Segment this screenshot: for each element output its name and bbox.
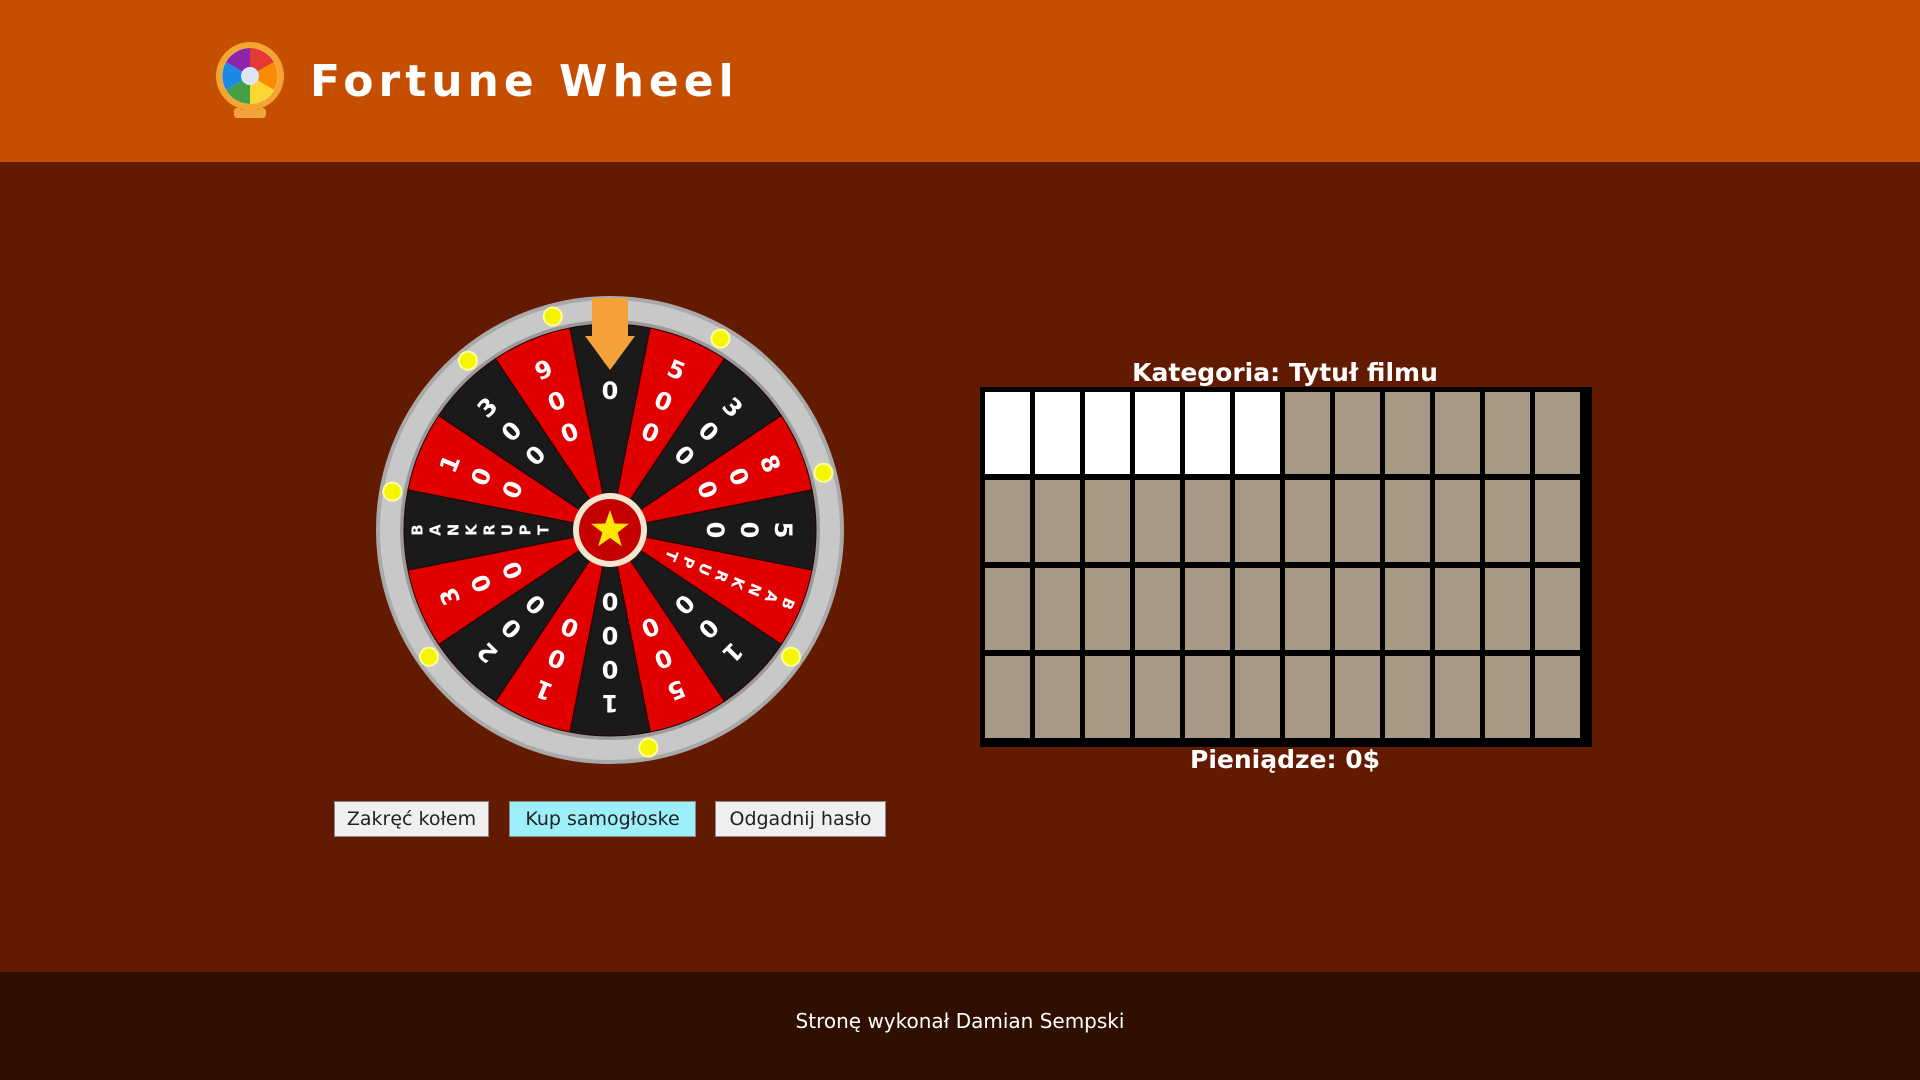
letter-cell <box>1385 568 1430 650</box>
svg-text:U: U <box>499 524 517 536</box>
letter-cell <box>1135 392 1180 474</box>
letter-cell <box>1235 480 1280 562</box>
letter-cell <box>985 568 1030 650</box>
letter-cell <box>1035 480 1080 562</box>
category-label: Kategoria: Tytuł filmu <box>1132 358 1438 387</box>
wheel-light <box>382 481 403 502</box>
wheel-light <box>542 306 563 327</box>
fortune-wheel-logo-icon <box>216 42 284 118</box>
letter-cell <box>1485 656 1530 738</box>
wheel-segment-label: 500 <box>701 522 797 539</box>
letter-cell <box>1135 568 1180 650</box>
svg-text:R: R <box>481 524 499 536</box>
letter-cell <box>1135 480 1180 562</box>
letter-cell <box>1035 568 1080 650</box>
wheel-light <box>457 350 478 371</box>
letter-cell <box>1435 656 1480 738</box>
puzzle-grid <box>985 392 1580 740</box>
letter-cell <box>1335 392 1380 474</box>
letter-cell <box>1335 568 1380 650</box>
money-label: Pieniądze: 0$ <box>1190 745 1380 774</box>
wheel-light <box>781 646 802 667</box>
letter-cell <box>1435 568 1480 650</box>
letter-cell <box>1535 656 1580 738</box>
svg-text:0: 0 <box>735 522 763 539</box>
svg-text:5: 5 <box>769 522 797 539</box>
letter-cell <box>1185 480 1230 562</box>
svg-text:B: B <box>409 524 427 535</box>
letter-cell <box>1385 656 1430 738</box>
letter-cell <box>1135 656 1180 738</box>
wheel-light <box>813 462 834 483</box>
puzzle-board <box>980 387 1592 747</box>
letter-cell <box>1285 392 1330 474</box>
svg-text:A: A <box>427 524 445 536</box>
letter-cell <box>1235 656 1280 738</box>
letter-cell <box>1335 480 1380 562</box>
svg-text:0: 0 <box>602 587 619 615</box>
wheel-light <box>418 646 439 667</box>
site-title: Fortune Wheel <box>310 56 739 107</box>
svg-text:K: K <box>463 523 481 536</box>
wheel-segment-label: BANKRUPT <box>409 523 553 536</box>
svg-text:P: P <box>517 525 535 536</box>
letter-cell <box>1535 480 1580 562</box>
site-header: Fortune Wheel <box>0 0 1920 162</box>
letter-cell <box>985 392 1030 474</box>
letter-cell <box>1185 568 1230 650</box>
controls: Zakręć kołem Kup samogłoske Odgadnij has… <box>334 801 894 839</box>
letter-cell <box>1285 656 1330 738</box>
letter-cell <box>1485 392 1530 474</box>
svg-text:N: N <box>445 524 463 537</box>
svg-text:0: 0 <box>701 522 729 539</box>
letter-cell <box>1235 568 1280 650</box>
wheel-light <box>638 737 659 758</box>
letter-cell <box>1085 568 1130 650</box>
letter-cell <box>1235 392 1280 474</box>
guess-phrase-button[interactable]: Odgadnij hasło <box>715 801 886 837</box>
wheel-graphic: 00500300800500BANKRUPT100500100010020030… <box>376 296 844 764</box>
letter-cell <box>1035 392 1080 474</box>
letter-cell <box>1035 656 1080 738</box>
site-footer: Stronę wykonał Damian Sempski <box>0 972 1920 1080</box>
svg-text:0: 0 <box>602 655 619 683</box>
letter-cell <box>1085 392 1130 474</box>
wheel-light <box>710 328 731 349</box>
footer-credit: Stronę wykonał Damian Sempski <box>795 1009 1125 1033</box>
letter-cell <box>1285 480 1330 562</box>
svg-text:0: 0 <box>602 621 619 649</box>
letter-cell <box>1185 392 1230 474</box>
letter-cell <box>1435 392 1480 474</box>
letter-cell <box>1085 480 1130 562</box>
svg-text:0: 0 <box>602 377 619 405</box>
letter-cell <box>985 656 1030 738</box>
fortune-wheel[interactable]: 00500300800500BANKRUPT100500100010020030… <box>372 292 848 768</box>
letter-cell <box>1385 392 1430 474</box>
letter-cell <box>1185 656 1230 738</box>
letter-cell <box>985 480 1030 562</box>
letter-cell <box>1435 480 1480 562</box>
letter-cell <box>1485 568 1530 650</box>
letter-cell <box>1485 480 1530 562</box>
buy-vowel-button[interactable]: Kup samogłoske <box>509 801 696 837</box>
spin-wheel-button[interactable]: Zakręć kołem <box>334 801 489 837</box>
svg-text:T: T <box>535 524 553 535</box>
letter-cell <box>1385 480 1430 562</box>
letter-cell <box>1285 568 1330 650</box>
letter-cell <box>1335 656 1380 738</box>
letter-cell <box>1535 568 1580 650</box>
letter-cell <box>1535 392 1580 474</box>
svg-text:1: 1 <box>602 689 619 717</box>
letter-cell <box>1085 656 1130 738</box>
